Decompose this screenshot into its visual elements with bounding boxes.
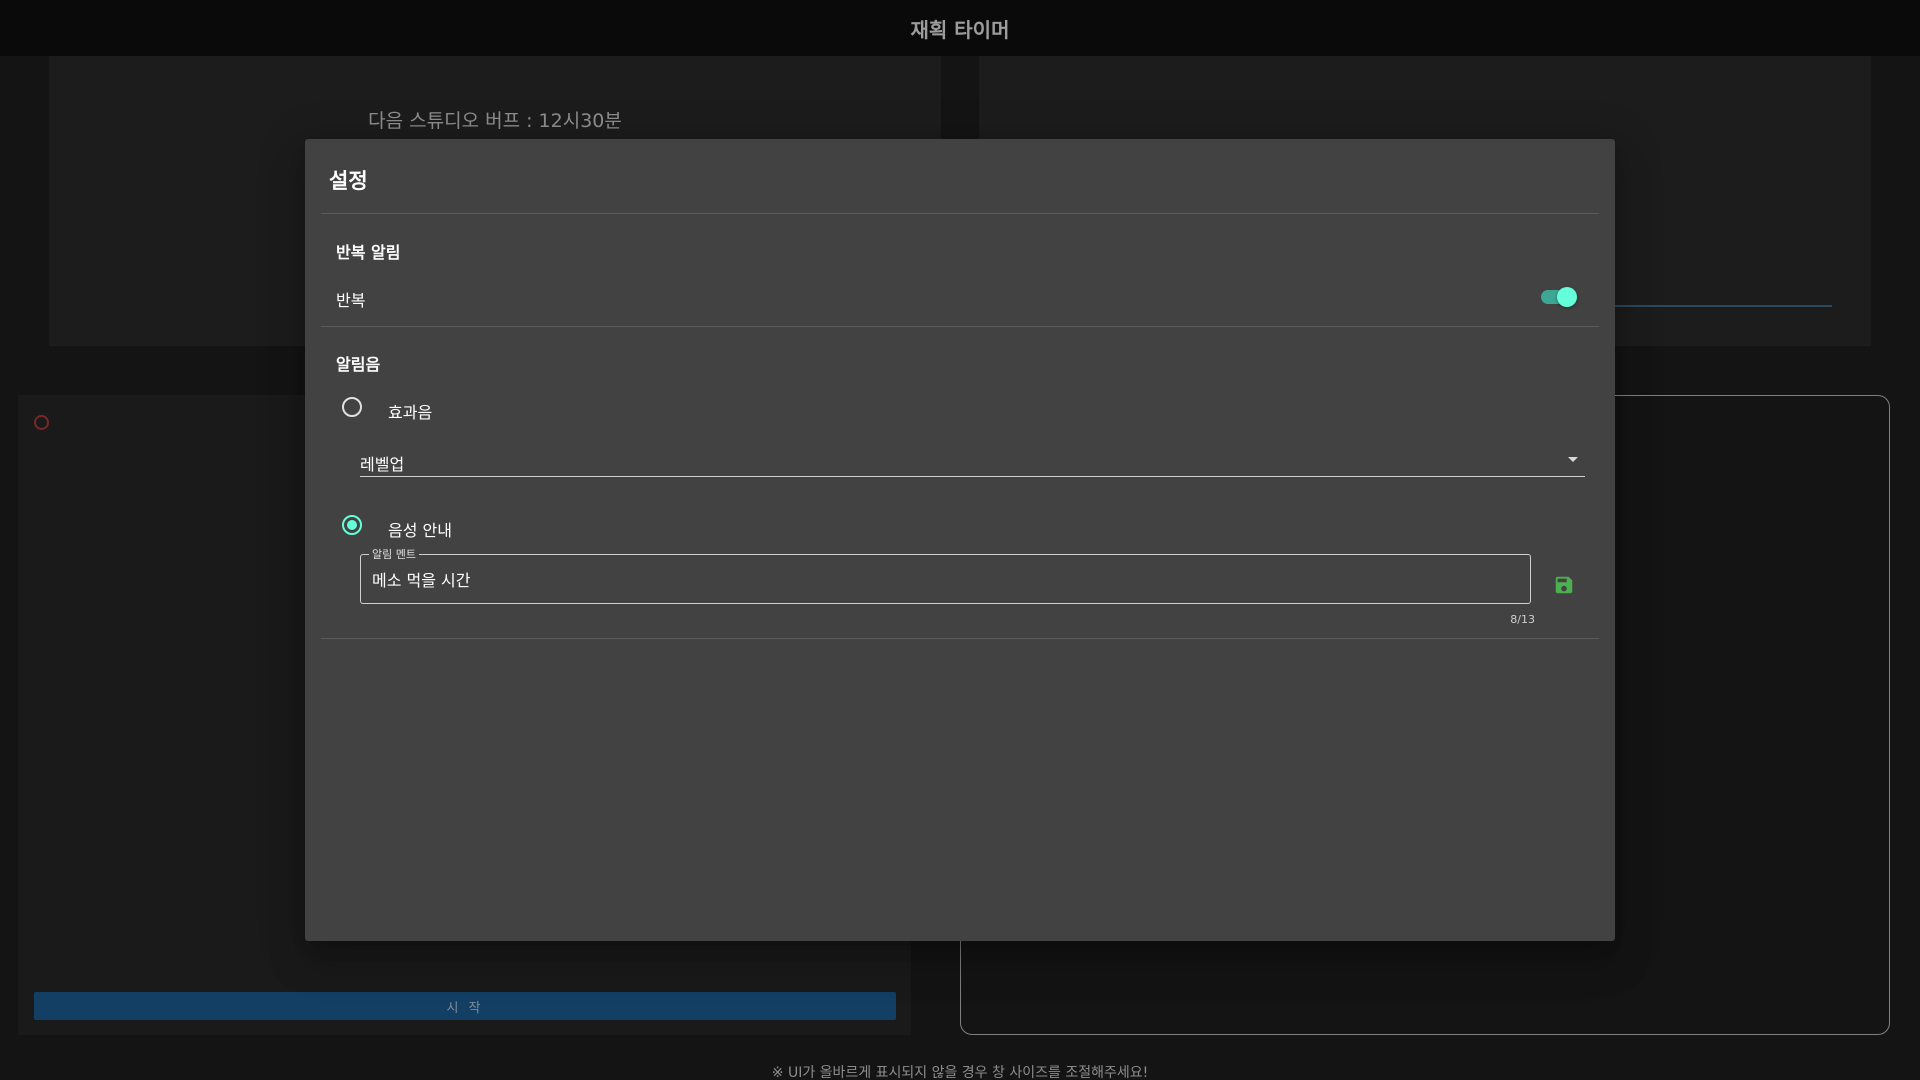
voice-message-field[interactable]: 알림 멘트 [360,548,1531,604]
repeat-label: 반복 [336,291,366,310]
save-icon[interactable] [1553,574,1575,596]
dialog-title: 설정 [329,169,368,193]
divider [321,638,1599,639]
chevron-down-icon [1568,457,1578,462]
repeat-section-heading: 반복 알림 [336,243,401,262]
sound-effect-radio[interactable] [342,397,362,417]
divider [321,326,1599,327]
sound-effect-label: 효과음 [388,403,433,422]
repeat-toggle[interactable] [1539,287,1577,307]
sound-section-heading: 알림음 [336,355,381,374]
divider [321,213,1599,214]
radio-selected-dot [347,520,357,530]
voice-guide-label: 음성 안내 [388,521,452,540]
toggle-thumb [1557,287,1577,307]
char-counter: 8/13 [1510,613,1535,626]
sound-effect-select-value: 레벨업 [360,455,405,474]
voice-message-input[interactable] [372,569,1512,588]
sound-effect-select[interactable]: 레벨업 [360,443,1585,477]
voice-message-label: 알림 멘트 [369,548,419,561]
settings-dialog: 설정 반복 알림 반복 알림음 효과음 레벨업 음성 안내 알림 멘트 8/13 [305,139,1615,941]
voice-guide-radio[interactable] [342,515,362,535]
